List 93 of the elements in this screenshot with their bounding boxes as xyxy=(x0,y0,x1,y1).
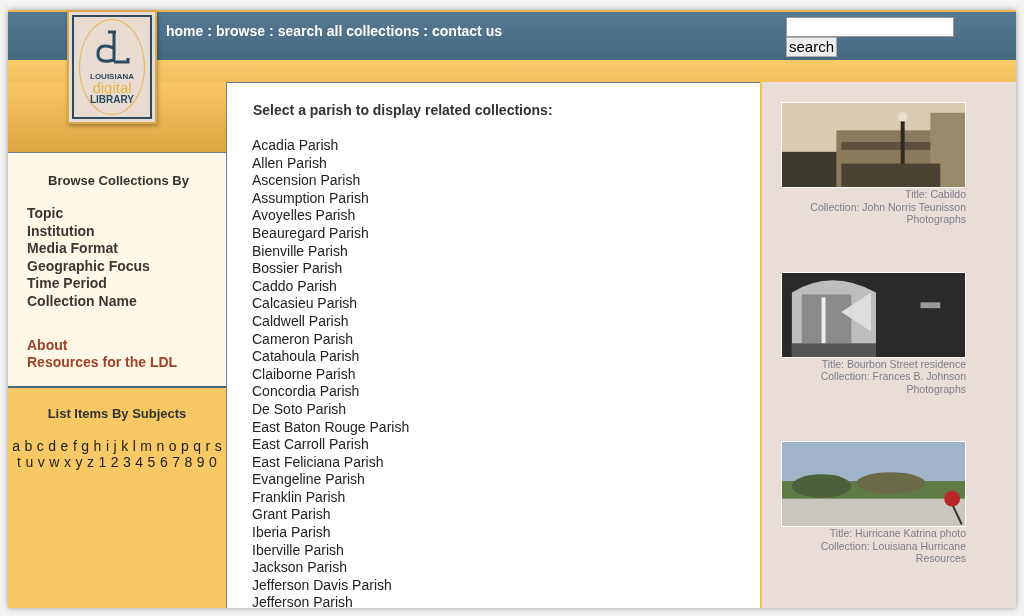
parish-link[interactable]: Jackson Parish xyxy=(252,559,347,577)
parish-link[interactable]: Assumption Parish xyxy=(252,189,369,208)
parish-link[interactable]: Avoyelles Parish xyxy=(252,207,356,225)
parish-link[interactable]: Cameron Parish xyxy=(252,330,354,349)
logo-text: LIBRARY xyxy=(89,95,135,105)
index-link[interactable]: g xyxy=(81,438,90,454)
index-link[interactable]: s xyxy=(214,438,222,454)
parish-link[interactable]: Iberia Parish xyxy=(252,524,331,542)
image-collection: Collection: Frances B. Johnson Photographs xyxy=(819,370,966,395)
category-link[interactable]: Time Period xyxy=(27,275,107,293)
image-title: Title: Hurricane Katrina photo xyxy=(828,527,966,540)
parish-link[interactable]: Franklin Parish xyxy=(252,488,346,507)
parish-link[interactable]: Bossier Parish xyxy=(252,260,343,278)
index-link[interactable]: 0 xyxy=(209,454,217,470)
category-link[interactable]: Topic xyxy=(27,205,64,223)
index-link[interactable]: 8 xyxy=(184,454,193,470)
parish-link[interactable]: Concordia Parish xyxy=(252,383,360,401)
index-link[interactable]: 5 xyxy=(147,454,156,470)
nav-link[interactable]: browse xyxy=(216,23,266,39)
index-link[interactable]: n xyxy=(156,438,165,454)
index-link[interactable]: q xyxy=(193,438,202,454)
parish-link[interactable]: Bienville Parish xyxy=(252,242,348,261)
index-link[interactable]: u xyxy=(25,454,34,470)
index-link[interactable]: m xyxy=(140,438,152,454)
info-link[interactable]: Resources for the LDL xyxy=(27,354,178,372)
index-link[interactable]: y xyxy=(75,454,83,470)
parish-link[interactable]: Calcasieu Parish xyxy=(252,295,358,313)
index-link[interactable]: v xyxy=(37,454,45,470)
parish-link[interactable]: East Carroll Parish xyxy=(252,436,369,454)
nav-separator: : xyxy=(423,23,428,39)
logo-text: LOUISIANA xyxy=(90,72,134,81)
index-link[interactable]: f xyxy=(72,438,77,454)
index-link[interactable]: i xyxy=(105,438,109,454)
index-link[interactable]: r xyxy=(205,438,211,454)
index-link[interactable]: k xyxy=(121,438,129,454)
parish-link[interactable]: Ascension Parish xyxy=(252,172,361,190)
image-title: Title: Cabildo xyxy=(904,188,966,201)
index-link[interactable]: 7 xyxy=(172,454,180,470)
index-link[interactable]: 6 xyxy=(159,454,168,470)
index-link[interactable]: a xyxy=(12,438,20,454)
image-collection: Collection: John Norris Teunisson Photographs xyxy=(809,200,966,226)
parish-link[interactable]: Evangeline Parish xyxy=(252,471,365,489)
image-title: Title: Bourbon Street residence xyxy=(820,357,966,370)
parish-link[interactable]: Jefferson Davis Parish xyxy=(252,576,392,595)
parish-link[interactable]: Acadia Parish xyxy=(252,137,339,155)
index-link[interactable]: 9 xyxy=(196,454,205,470)
logo-text: digital xyxy=(92,81,132,95)
category-link[interactable]: Media Format xyxy=(27,240,118,258)
index-link[interactable]: 4 xyxy=(135,454,144,470)
index-link[interactable]: x xyxy=(63,454,71,470)
category-link[interactable]: Geographic Focus xyxy=(27,257,150,276)
parish-link[interactable]: East Feliciana Parish xyxy=(252,453,384,472)
parish-link[interactable]: Caddo Parish xyxy=(252,277,337,296)
parish-link[interactable]: Caldwell Parish xyxy=(252,312,349,331)
index-link[interactable]: t xyxy=(17,454,21,470)
nav-separator: : xyxy=(207,23,212,39)
index-link[interactable]: 1 xyxy=(98,454,107,470)
panel-heading: Browse Collections By xyxy=(48,173,190,188)
image-collection: Collection: Louisiana Hurricane Resources xyxy=(819,539,966,565)
index-link[interactable]: l xyxy=(132,438,136,454)
index-link[interactable]: w xyxy=(49,454,60,470)
nav-link[interactable]: search all collections xyxy=(277,23,420,39)
parish-link[interactable]: Jefferson Parish xyxy=(252,594,353,608)
index-link[interactable]: z xyxy=(86,454,94,470)
parish-link[interactable]: Grant Parish xyxy=(252,506,331,525)
info-link[interactable]: About xyxy=(27,336,68,355)
content-heading: Select a parish to display related collections: xyxy=(253,102,554,118)
index-link[interactable]: j xyxy=(113,438,117,454)
logo[interactable]: LOUISIANA digital LIBRARY xyxy=(67,10,157,124)
parish-link[interactable]: Iberville Parish xyxy=(252,541,344,560)
parish-link[interactable]: East Baton Rouge Parish xyxy=(252,418,410,437)
index-link[interactable]: o xyxy=(168,438,177,454)
parish-link[interactable]: Beauregard Parish xyxy=(252,224,369,243)
index-link[interactable]: b xyxy=(24,438,33,454)
category-link[interactable]: Collection Name xyxy=(27,292,137,311)
search-button[interactable]: search xyxy=(786,37,838,57)
index-link[interactable]: h xyxy=(93,438,102,454)
index-link[interactable]: d xyxy=(48,438,57,454)
index-link[interactable]: e xyxy=(60,438,69,454)
parish-link[interactable]: Allen Parish xyxy=(252,154,327,173)
subjects-heading: List Items By Subjects xyxy=(47,406,187,421)
parish-link[interactable]: Claiborne Parish xyxy=(252,365,356,384)
nav-link[interactable]: home xyxy=(166,23,204,39)
nav-link[interactable]: contact us xyxy=(432,23,502,39)
index-link[interactable]: p xyxy=(181,438,189,454)
parish-link[interactable]: De Soto Parish xyxy=(252,400,347,419)
nav-separator: : xyxy=(269,23,274,39)
search-field[interactable] xyxy=(786,17,954,37)
index-link[interactable]: 3 xyxy=(123,454,131,470)
index-link[interactable]: 2 xyxy=(110,454,119,470)
index-link[interactable]: c xyxy=(36,438,44,454)
category-link[interactable]: Institution xyxy=(27,222,95,241)
parish-link[interactable]: Catahoula Parish xyxy=(252,348,360,366)
